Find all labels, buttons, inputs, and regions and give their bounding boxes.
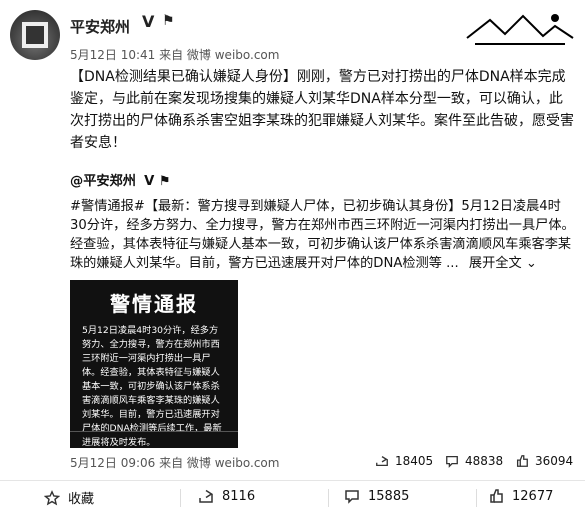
repost-likes[interactable]: 36094	[515, 454, 573, 468]
like-count: 12677	[512, 488, 554, 504]
post-meta: 5月12日 10:41 来自 微博 weibo.com	[70, 48, 280, 62]
notice-footer	[70, 431, 238, 448]
post-header: 平安郑州 V ⚑ 5月12日 10:41 来自 微博 weibo.com	[10, 10, 575, 70]
police-notice-image[interactable]: 警情通报 5月12日凌晨4时30分许，经多方努力、全力搜寻，警方在郑州市西三环附…	[70, 280, 238, 448]
comment-count: 15885	[368, 488, 410, 504]
toolbar-divider	[476, 489, 477, 507]
toolbar-divider	[328, 489, 329, 507]
repost-count: 8116	[222, 488, 256, 504]
favorite-button[interactable]: 收藏	[44, 488, 94, 507]
repost-likes-count: 36094	[535, 454, 574, 468]
like-button[interactable]: 12677	[488, 488, 553, 504]
repost-comments[interactable]: 48838	[445, 454, 503, 468]
star-icon	[44, 489, 60, 505]
notice-title: 警情通报	[110, 292, 198, 316]
like-icon	[490, 489, 503, 503]
comment-icon	[345, 490, 359, 504]
repost-member-badge-icon: ⚑	[158, 174, 171, 189]
repost-reposts[interactable]: 18405	[375, 454, 433, 468]
chevron-down-icon: ⌄	[525, 256, 537, 271]
header-illustration-icon	[466, 14, 574, 45]
repost-reposts-count: 18405	[395, 454, 434, 468]
verified-icon: V	[142, 12, 155, 31]
repost-verified-icon: V	[144, 174, 155, 189]
repost-button[interactable]: 8116	[198, 488, 255, 504]
share-icon	[199, 489, 213, 503]
reposted-content: @平安郑州 V ⚑ #警情通报#【最新：警方搜寻到嫌疑人尸体，已初步确认其身份】…	[70, 172, 575, 273]
comment-icon	[446, 455, 458, 468]
repost-username[interactable]: @平安郑州	[70, 174, 136, 189]
toolbar-divider	[180, 489, 181, 507]
expand-label[interactable]: 展开全文	[469, 256, 522, 271]
repost-meta: 5月12日 09:06 来自 微博 weibo.com	[70, 456, 280, 470]
avatar[interactable]	[10, 10, 60, 60]
account-name[interactable]: 平安郑州	[70, 16, 130, 37]
share-icon	[376, 456, 388, 467]
comment-button[interactable]: 15885	[344, 488, 409, 504]
member-badge-icon: ⚑	[162, 13, 175, 29]
expand-full-text[interactable]: 展开全文 ⌄	[469, 256, 537, 271]
repost-comments-count: 48838	[465, 454, 504, 468]
like-icon	[516, 455, 528, 467]
repost-stats: 18405 48838 36094	[375, 454, 575, 474]
post-text: 【DNA检测结果已确认嫌疑人身份】刚刚，警方已对打捞出的尸体DNA样本完成鉴定，…	[70, 69, 574, 151]
favorite-label: 收藏	[68, 492, 95, 507]
action-toolbar: 收藏 8116 15885 12677	[0, 480, 585, 515]
notice-body: 5月12日凌晨4时30分许，经多方努力、全力搜寻，警方在郑州市西三环附近一河渠内…	[82, 325, 222, 448]
